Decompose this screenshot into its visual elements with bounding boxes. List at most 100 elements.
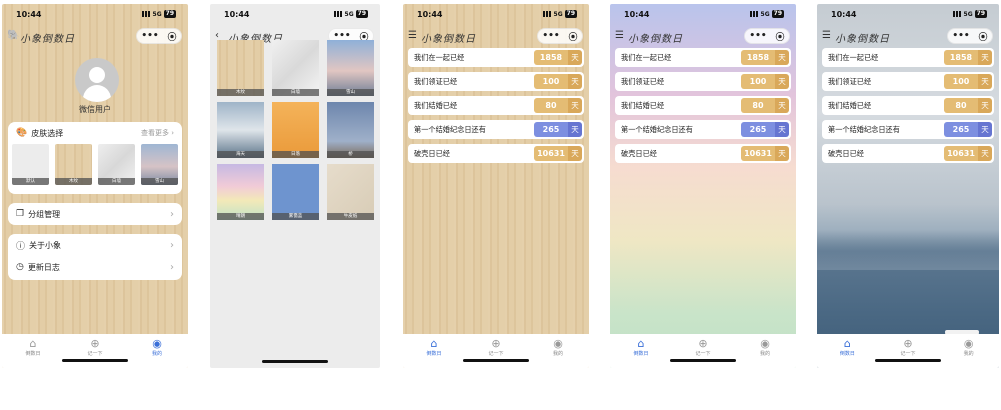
status-bar: 10:44 5G 79 bbox=[403, 4, 589, 22]
countdown-item[interactable]: 第一个结婚纪念日还有 265 天 bbox=[822, 120, 994, 139]
countdown-item[interactable]: 我们在一起已经 1858 天 bbox=[408, 48, 584, 67]
signal-icon bbox=[333, 11, 343, 17]
tab-countdown[interactable]: ⌂ 倒数日 bbox=[13, 337, 53, 368]
skin-tile-wood[interactable]: 木纹 bbox=[217, 40, 264, 96]
nav-bar: ☰ 小象倒数日 ••• ⦿ bbox=[610, 24, 796, 48]
skin-tile-sunset[interactable]: 日落 bbox=[272, 102, 319, 158]
skin-tile-sea-sky[interactable]: 海天 bbox=[217, 102, 264, 158]
skin-selection-card: 🎨 皮肤选择 查看更多 › 默认 木纹 白墙 雪山 bbox=[8, 122, 182, 194]
home-indicator bbox=[463, 359, 529, 362]
changelog-label: 更新日志 bbox=[27, 262, 60, 272]
signal-icon bbox=[749, 11, 759, 17]
app-title: 小象倒数日 bbox=[628, 34, 683, 45]
skin-tile-clear[interactable]: 晴朗 bbox=[217, 164, 264, 220]
menu-icon[interactable]: ☰ bbox=[822, 30, 831, 41]
close-capsule-icon[interactable]: ⦿ bbox=[979, 30, 988, 43]
about-label: 关于小象 bbox=[29, 240, 62, 250]
status-time: 10:44 bbox=[16, 10, 42, 19]
mini-program-capsule: ••• ⦿ bbox=[537, 28, 583, 44]
app-title: 小象倒数日 bbox=[835, 34, 890, 45]
app-title: 小象倒数日 bbox=[421, 34, 476, 45]
countdown-screen-sea: 10:44 5G 79 ☰ 小象倒数日 ••• ⦿ 我们在一起已经 1858 天 我们领… bbox=[817, 4, 999, 368]
avatar[interactable] bbox=[75, 58, 119, 102]
countdown-item[interactable]: 我们在一起已经 1858 天 bbox=[615, 48, 791, 67]
tab-bar: ⌂ 倒数日 ⊕ 记一下 ◉ 我的 bbox=[2, 334, 188, 368]
tab-mine[interactable]: ◉ 我的 bbox=[137, 337, 177, 368]
countdown-item[interactable]: 破壳日已经 10631 天 bbox=[615, 144, 791, 163]
skin-option-white-wall[interactable]: 白墙 bbox=[98, 144, 135, 185]
countdown-item[interactable]: 我们在一起已经 1858 天 bbox=[822, 48, 994, 67]
profile-screen: 10:44 5G 79 🐘 小象倒数日 ••• ⦿ 微信用户 🎨 皮肤选择 查看更多… bbox=[2, 4, 188, 368]
user-icon: ◉ bbox=[963, 337, 974, 350]
elephant-icon: 🐘 bbox=[7, 30, 20, 41]
signal-icon bbox=[141, 11, 151, 17]
battery-icon: 79 bbox=[974, 10, 987, 18]
network-label: 5G bbox=[553, 10, 563, 18]
close-capsule-icon[interactable]: ⦿ bbox=[168, 30, 177, 43]
skin-tile-haze-blue[interactable]: 雾霭蓝 bbox=[272, 164, 319, 220]
close-capsule-icon[interactable]: ⦿ bbox=[569, 30, 578, 43]
more-icon[interactable]: ••• bbox=[952, 31, 969, 41]
more-icon[interactable]: ••• bbox=[749, 31, 766, 41]
tab-record[interactable]: ⊕ 记一下 bbox=[476, 337, 516, 368]
countdown-item[interactable]: 我们领证已经 100 天 bbox=[408, 72, 584, 91]
countdown-list: 我们在一起已经 1858 天 我们领证已经 100 天 我们结婚已经 80 天 第一个结婚纪… bbox=[408, 48, 584, 168]
menu-icon[interactable]: ☰ bbox=[408, 30, 417, 41]
tab-bar: ⌂ 倒数日 ⊕ 记一下 ◉ 我的 bbox=[817, 334, 999, 368]
countdown-item[interactable]: 我们结婚已经 80 天 bbox=[408, 96, 584, 115]
battery-icon: 79 bbox=[163, 10, 176, 18]
countdown-screen-wood: 10:44 5G 79 ☰ 小象倒数日 ••• ⦿ 我们在一起已经 1858 天 我们领… bbox=[403, 4, 589, 368]
more-icon[interactable]: ••• bbox=[542, 31, 559, 41]
menu-icon[interactable]: ☰ bbox=[615, 30, 624, 41]
nav-bar: ☰ 小象倒数日 ••• ⦿ bbox=[403, 24, 589, 48]
close-capsule-icon[interactable]: ⦿ bbox=[776, 30, 785, 43]
tab-countdown[interactable]: ⌂ 倒数日 bbox=[621, 337, 661, 368]
skin-option-wood[interactable]: 木纹 bbox=[55, 144, 92, 185]
countdown-item[interactable]: 我们结婚已经 80 天 bbox=[615, 96, 791, 115]
tab-mine[interactable]: ◉ 我的 bbox=[538, 337, 578, 368]
nav-bar: 🐘 小象倒数日 ••• ⦿ bbox=[2, 24, 188, 48]
about-card: ⓘ 关于小象 › ◷ 更新日志 › bbox=[8, 234, 182, 280]
tab-mine[interactable]: ◉ 我的 bbox=[949, 337, 989, 368]
tab-record[interactable]: ⊕ 记一下 bbox=[75, 337, 115, 368]
chevron-right-icon: › bbox=[170, 261, 174, 273]
skin-selection-header[interactable]: 🎨 皮肤选择 查看更多 › bbox=[8, 122, 182, 144]
countdown-item[interactable]: 我们结婚已经 80 天 bbox=[822, 96, 994, 115]
network-label: 5G bbox=[963, 10, 973, 18]
skin-tile-bridge[interactable]: 桥 bbox=[327, 102, 374, 158]
group-management-label: 分组管理 bbox=[28, 209, 61, 219]
skin-option-snow-mountain[interactable]: 雪山 bbox=[141, 144, 178, 185]
skin-tile-snow-mountain[interactable]: 雪山 bbox=[327, 40, 374, 96]
countdown-item[interactable]: 第一个结婚纪念日还有 265 天 bbox=[408, 120, 584, 139]
group-management-card[interactable]: ❐ 分组管理 › bbox=[8, 203, 182, 225]
home-icon: ⌂ bbox=[637, 337, 645, 350]
countdown-item[interactable]: 破壳日已经 10631 天 bbox=[408, 144, 584, 163]
tab-record[interactable]: ⊕ 记一下 bbox=[888, 337, 928, 368]
countdown-item[interactable]: 我们领证已经 100 天 bbox=[615, 72, 791, 91]
skin-tile-kraft-paper[interactable]: 牛皮纸 bbox=[327, 164, 374, 220]
skin-option-default[interactable]: 默认 bbox=[12, 144, 49, 185]
mini-program-capsule: ••• ⦿ bbox=[744, 28, 790, 44]
home-icon: ⌂ bbox=[29, 337, 37, 350]
tab-mine[interactable]: ◉ 我的 bbox=[745, 337, 785, 368]
countdown-item[interactable]: 第一个结婚纪念日还有 265 天 bbox=[615, 120, 791, 139]
changelog-row[interactable]: ◷ 更新日志 › bbox=[8, 256, 182, 278]
battery-icon: 79 bbox=[771, 10, 784, 18]
tab-record[interactable]: ⊕ 记一下 bbox=[683, 337, 723, 368]
plus-circle-icon: ⊕ bbox=[90, 337, 100, 350]
skin-selection-title: 皮肤选择 bbox=[31, 128, 64, 138]
tab-countdown[interactable]: ⌂ 倒数日 bbox=[827, 337, 867, 368]
network-label: 5G bbox=[344, 10, 354, 18]
user-icon: ◉ bbox=[553, 337, 563, 350]
about-row[interactable]: ⓘ 关于小象 › bbox=[8, 234, 182, 256]
plus-circle-icon: ⊕ bbox=[491, 337, 501, 350]
countdown-item[interactable]: 破壳日已经 10631 天 bbox=[822, 144, 994, 163]
skin-tile-white-wall[interactable]: 白墙 bbox=[272, 40, 319, 96]
tab-countdown[interactable]: ⌂ 倒数日 bbox=[414, 337, 454, 368]
info-icon: ⓘ bbox=[16, 241, 26, 252]
status-time: 10:44 bbox=[831, 10, 857, 19]
signal-icon bbox=[952, 11, 962, 17]
countdown-item[interactable]: 我们领证已经 100 天 bbox=[822, 72, 994, 91]
view-more-link[interactable]: 查看更多 › bbox=[141, 128, 174, 138]
more-icon[interactable]: ••• bbox=[141, 31, 158, 41]
